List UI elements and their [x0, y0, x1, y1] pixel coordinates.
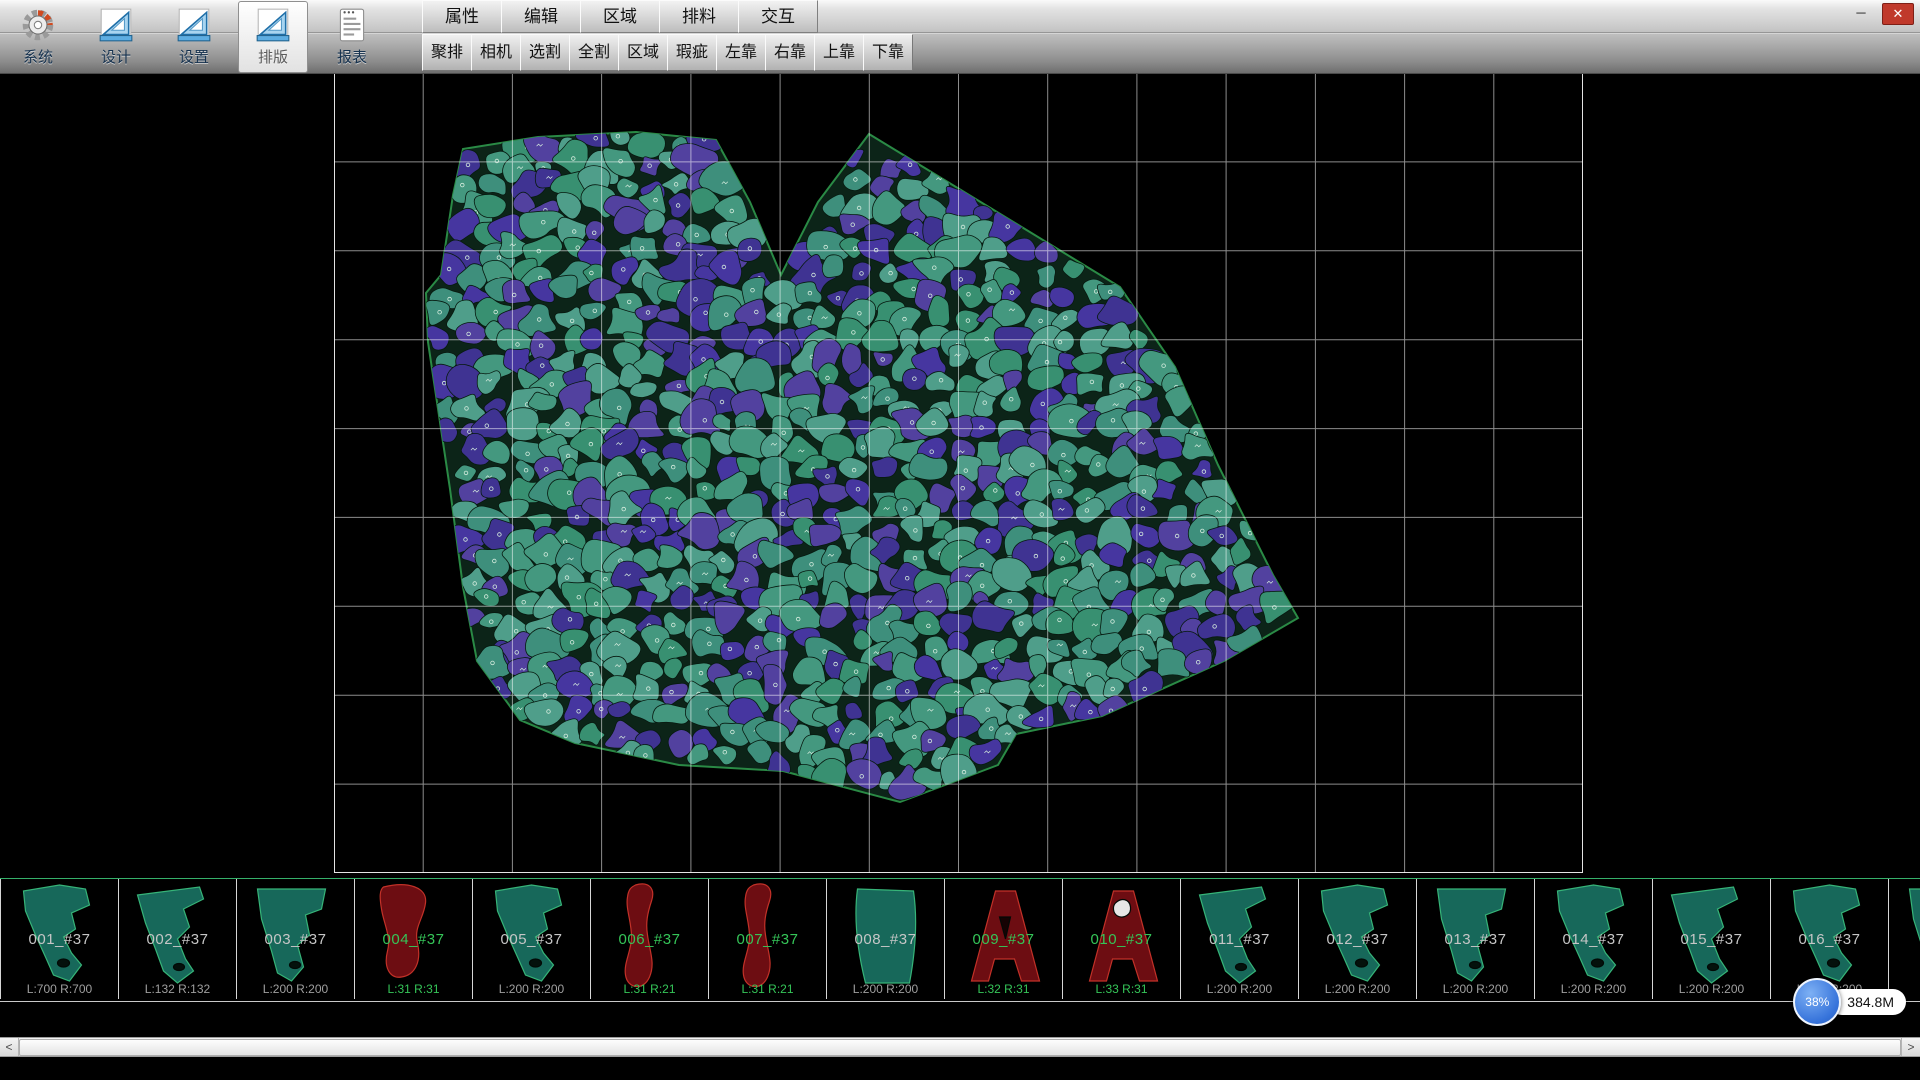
piece-thumbnail[interactable]: 008_#37L:200 R:200 — [827, 879, 945, 999]
region-button[interactable]: 区域 — [618, 34, 668, 71]
piece-thumbnail[interactable]: 002_#37L:132 R:132 — [119, 879, 237, 999]
nav-design[interactable]: 设计 — [82, 2, 150, 72]
piece-thumbnail[interactable]: 007_#37L:31 R:21 — [709, 879, 827, 999]
pieces-panel: 001_#37L:700 R:700002_#37L:132 R:132003_… — [0, 878, 1920, 1002]
align-right-button[interactable]: 右靠 — [765, 34, 815, 71]
piece-thumbnail[interactable]: 014_#37L:200 R:200 — [1535, 879, 1653, 999]
nav-settings[interactable]: 设置 — [160, 2, 228, 72]
nav-design-label: 设计 — [101, 46, 131, 67]
align-top-button[interactable]: 上靠 — [814, 34, 864, 71]
nav-report-label: 报表 — [337, 46, 367, 67]
piece-thumbnail[interactable]: 010_#37L:33 R:31 — [1063, 879, 1181, 999]
nav-report[interactable]: 报表 — [318, 2, 386, 72]
piece-thumbnail-shape — [709, 879, 826, 999]
app-window: 系统设计设置排版报表 属性编辑区域排料交互 聚排相机选割全割区域瑕疵左靠右靠上靠… — [0, 0, 1920, 1080]
progress-indicator: 38% — [1793, 978, 1841, 1026]
piece-thumbnail[interactable]: 003_#37L:200 R:200 — [237, 879, 355, 999]
minimize-button[interactable]: ─ — [1846, 3, 1876, 23]
piece-thumbnail-shape — [591, 879, 708, 999]
piece-thumbnail[interactable]: 001_#37L:700 R:700 — [0, 879, 119, 999]
select-cut-button[interactable]: 选割 — [520, 34, 570, 71]
action-button-bar: 聚排相机选割全割区域瑕疵左靠右靠上靠下靠 — [422, 34, 912, 72]
camera-button[interactable]: 相机 — [471, 34, 521, 71]
piece-thumbnail[interactable]: 012_#37L:200 R:200 — [1299, 879, 1417, 999]
tab-interact[interactable]: 交互 — [738, 0, 818, 33]
nav-system[interactable]: 系统 — [4, 2, 72, 72]
close-button[interactable]: ✕ — [1882, 3, 1914, 25]
piece-thumbnail-shape — [1063, 879, 1180, 999]
scroll-left-arrow[interactable]: < — [0, 1038, 19, 1056]
tab-edit[interactable]: 编辑 — [501, 0, 581, 33]
piece-thumbnail-shape — [1299, 879, 1416, 999]
piece-thumbnail-shape — [1, 879, 118, 999]
piece-thumbnail-shape — [473, 879, 590, 999]
piece-thumbnail-shape — [1653, 879, 1770, 999]
tab-properties[interactable]: 属性 — [422, 0, 502, 33]
horizontal-scrollbar[interactable]: < > — [0, 1037, 1920, 1057]
piece-thumbnail[interactable]: 009_#37L:32 R:31 — [945, 879, 1063, 999]
memory-status: 38% 384.8M — [1793, 978, 1906, 1026]
piece-thumbnail[interactable]: 004_#37L:31 R:31 — [355, 879, 473, 999]
piece-thumbnail-shape — [355, 879, 472, 999]
piece-thumbnail-shape — [827, 879, 944, 999]
piece-thumbnail[interactable]: 005_#37L:200 R:200 — [473, 879, 591, 999]
align-left-button[interactable]: 左靠 — [716, 34, 766, 71]
menu-block: 属性编辑区域排料交互 聚排相机选割全割区域瑕疵左靠右靠上靠下靠 — [422, 0, 912, 72]
piece-thumbnail-shape — [1417, 879, 1534, 999]
tab-region[interactable]: 区域 — [580, 0, 660, 33]
tab-nesting[interactable]: 排料 — [659, 0, 739, 33]
align-bottom-button[interactable]: 下靠 — [863, 34, 913, 71]
ruler-icon — [175, 6, 213, 44]
cluster-nest-button[interactable]: 聚排 — [422, 34, 472, 71]
menu-tab-bar: 属性编辑区域排料交互 — [422, 0, 912, 32]
nav-icon-bar: 系统 设计 设置 排版 报表 — [4, 0, 386, 73]
nesting-canvas[interactable] — [0, 73, 1920, 873]
scroll-right-arrow[interactable]: > — [1901, 1038, 1920, 1056]
nav-nesting-label: 排版 — [258, 46, 288, 67]
piece-thumbnail[interactable]: 015_#37L:200 R:200 — [1653, 879, 1771, 999]
piece-thumbnail[interactable]: 006_#37L:31 R:21 — [591, 879, 709, 999]
cut-all-button[interactable]: 全割 — [569, 34, 619, 71]
main-toolbar: 系统设计设置排版报表 属性编辑区域排料交互 聚排相机选割全割区域瑕疵左靠右靠上靠… — [0, 0, 1920, 74]
ruler-icon — [254, 6, 292, 44]
nav-settings-label: 设置 — [179, 46, 209, 67]
nav-nesting[interactable]: 排版 — [238, 1, 308, 73]
nesting-svg[interactable] — [334, 73, 1583, 873]
piece-thumbnail-shape — [1535, 879, 1652, 999]
piece-thumbnail[interactable]: 011_#37L:200 R:200 — [1181, 879, 1299, 999]
gear-icon — [19, 6, 57, 44]
nav-system-label: 系统 — [23, 46, 53, 67]
report-icon — [333, 6, 371, 44]
piece-thumbnail-shape — [1181, 879, 1298, 999]
piece-thumbnail-shape — [119, 879, 236, 999]
scrollbar-thumb[interactable] — [19, 1039, 1901, 1056]
defect-button[interactable]: 瑕疵 — [667, 34, 717, 71]
piece-thumbnail[interactable]: 013_#37L:200 R:200 — [1417, 879, 1535, 999]
ruler-icon — [97, 6, 135, 44]
piece-thumbnail-shape — [945, 879, 1062, 999]
window-controls: ─ ✕ — [1846, 3, 1914, 25]
piece-thumbnail-shape — [237, 879, 354, 999]
